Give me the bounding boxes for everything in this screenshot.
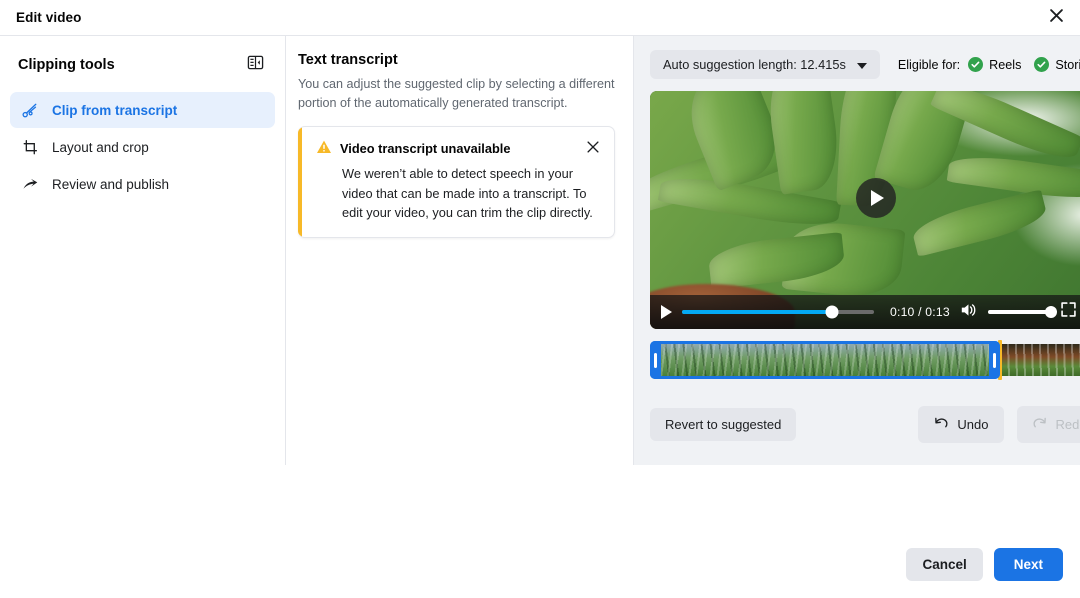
redo-label: Redo bbox=[1055, 417, 1080, 432]
warning-triangle-icon bbox=[316, 139, 332, 160]
handle-grip bbox=[654, 352, 657, 368]
seek-bar[interactable] bbox=[682, 305, 874, 319]
close-dialog-button[interactable] bbox=[1042, 4, 1070, 32]
redo-arrow-icon bbox=[1032, 415, 1048, 434]
player-controls: 0:10 / 0:13 bbox=[650, 295, 1080, 329]
undo-arrow-icon bbox=[933, 415, 949, 434]
auto-suggestion-length-label: Auto suggestion length: 12.415s bbox=[663, 57, 846, 72]
time-display: 0:10 / 0:13 bbox=[890, 305, 950, 319]
trim-handle-left[interactable] bbox=[650, 341, 661, 379]
transcript-title: Text transcript bbox=[298, 52, 398, 68]
sidebar-item-label: Clip from transcript bbox=[52, 102, 178, 118]
check-circle-icon bbox=[1034, 57, 1050, 72]
clipping-tools-sidebar: Clipping tools Clip from transcript Layo… bbox=[0, 36, 286, 465]
sidebar-item-label: Layout and crop bbox=[52, 139, 149, 155]
close-icon bbox=[587, 141, 599, 153]
volume-slider[interactable] bbox=[987, 306, 1057, 318]
handle-grip bbox=[992, 352, 996, 368]
volume-button[interactable] bbox=[960, 302, 978, 323]
sidebar-header: Clipping tools bbox=[10, 46, 275, 84]
volume-slider-knob[interactable] bbox=[1044, 306, 1057, 318]
dialog-body: Clipping tools Clip from transcript Layo… bbox=[0, 36, 1080, 465]
play-icon bbox=[871, 190, 885, 207]
play-button[interactable] bbox=[661, 305, 672, 319]
seek-bar-knob[interactable] bbox=[825, 305, 839, 319]
eligibility-item-label: Reels bbox=[989, 57, 1022, 72]
sidebar-item-clip-from-transcript[interactable]: Clip from transcript bbox=[10, 92, 275, 128]
redo-button[interactable]: Redo bbox=[1016, 406, 1080, 443]
sidebar-item-review-and-publish[interactable]: Review and publish bbox=[10, 166, 275, 202]
filmstrip bbox=[650, 344, 1080, 376]
dialog-footer: Cancel Next bbox=[0, 465, 1080, 598]
editor-toolbar: Auto suggestion length: 12.415s Eligible… bbox=[650, 50, 1080, 79]
revert-to-suggested-button[interactable]: Revert to suggested bbox=[650, 408, 797, 441]
collapse-panel-button[interactable] bbox=[241, 51, 269, 79]
chevron-down-icon bbox=[856, 62, 867, 69]
text-transcript-panel: Text transcript You can adjust the sugge… bbox=[286, 36, 634, 465]
sidebar-item-label: Review and publish bbox=[52, 176, 170, 192]
transcript-description: You can adjust the suggested clip by sel… bbox=[298, 77, 615, 110]
undo-button[interactable]: Undo bbox=[918, 406, 1004, 443]
dialog-header: Edit video bbox=[0, 0, 1080, 36]
fullscreen-icon bbox=[1060, 301, 1077, 323]
crop-icon bbox=[22, 139, 39, 156]
close-icon bbox=[1049, 8, 1064, 28]
video-player[interactable]: 0:10 / 0:13 bbox=[650, 91, 1080, 329]
callout-body: We weren’t able to detect speech in your… bbox=[342, 166, 593, 221]
auto-suggestion-length-dropdown[interactable]: Auto suggestion length: 12.415s bbox=[650, 50, 880, 79]
callout-header: Video transcript unavailable bbox=[316, 139, 602, 160]
collapse-panel-icon bbox=[247, 54, 264, 76]
sidebar-item-layout-and-crop[interactable]: Layout and crop bbox=[10, 129, 275, 165]
eligibility-item-label: Stories bbox=[1055, 57, 1080, 72]
page-title: Edit video bbox=[16, 10, 82, 25]
filmstrip-segment bbox=[650, 344, 1000, 376]
eligibility-label: Eligible for: bbox=[897, 57, 961, 72]
transcript-unavailable-callout: Video transcript unavailable We weren’t … bbox=[298, 126, 615, 238]
cancel-button[interactable]: Cancel bbox=[906, 548, 983, 581]
trim-handle-right[interactable] bbox=[988, 341, 1000, 379]
seek-bar-fill bbox=[682, 310, 832, 314]
undo-label: Undo bbox=[957, 417, 989, 432]
eligibility-status: Eligible for: Reels Stories bbox=[898, 57, 1080, 72]
fullscreen-button[interactable] bbox=[1060, 301, 1077, 323]
share-arrow-icon bbox=[22, 176, 39, 193]
dismiss-callout-button[interactable] bbox=[584, 138, 602, 156]
sidebar-title: Clipping tools bbox=[18, 57, 115, 73]
play-circle-icon[interactable] bbox=[855, 178, 896, 219]
revert-label: Revert to suggested bbox=[665, 417, 782, 432]
undo-redo-group: Undo Redo bbox=[918, 406, 1080, 443]
video-editor-panel: Auto suggestion length: 12.415s Eligible… bbox=[634, 36, 1080, 465]
next-button[interactable]: Next bbox=[993, 548, 1063, 581]
check-circle-icon bbox=[968, 57, 984, 72]
callout-title: Video transcript unavailable bbox=[340, 141, 511, 157]
volume-icon bbox=[960, 302, 978, 323]
scissors-icon bbox=[22, 102, 39, 119]
filmstrip-segment bbox=[999, 344, 1080, 376]
clip-timeline[interactable] bbox=[650, 340, 1080, 380]
editor-action-row: Revert to suggested Undo Red bbox=[650, 406, 1080, 443]
